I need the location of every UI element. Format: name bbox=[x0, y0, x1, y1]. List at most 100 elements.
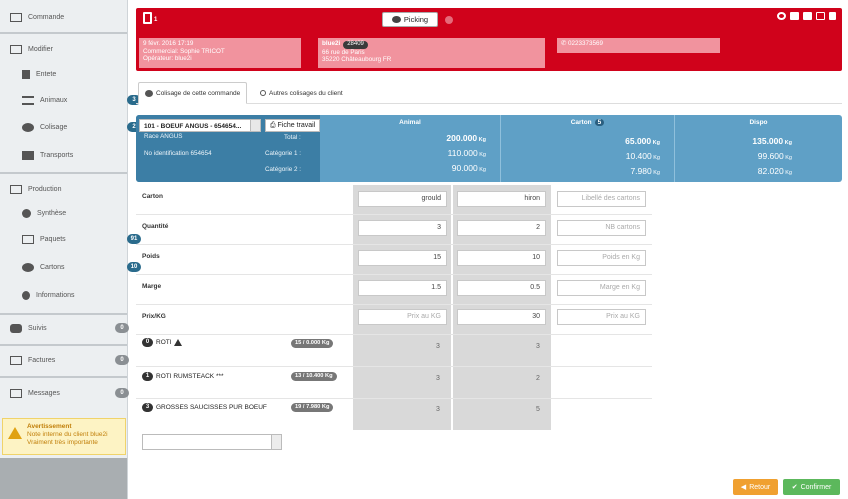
order-commercial: Commercial: Sophie TRICOT bbox=[143, 47, 225, 55]
factures-count-badge: 0 bbox=[115, 355, 129, 365]
header-actions bbox=[777, 12, 836, 20]
dispo-cat1: 99.600 bbox=[757, 151, 784, 161]
poids-input-new[interactable]: Poids en Kg bbox=[557, 250, 646, 266]
clock-icon bbox=[260, 90, 266, 96]
document-icon bbox=[10, 184, 22, 194]
order-date: 9 févr. 2016 17:19 bbox=[143, 40, 194, 47]
trash-icon[interactable] bbox=[829, 12, 836, 20]
product-ident: No identification 654654 bbox=[144, 150, 212, 157]
categorie-1-label: Catégorie 1 : bbox=[265, 150, 302, 157]
fiche-travail-button[interactable]: ⎙ Fiche travail bbox=[265, 119, 320, 132]
client-phone: 0223373569 bbox=[568, 40, 604, 47]
sidebar-item-commande[interactable]: Commande bbox=[10, 11, 137, 23]
sidebar-item-messages[interactable]: Messages 0 bbox=[10, 387, 137, 399]
add-product-select[interactable] bbox=[142, 434, 282, 450]
warning-icon bbox=[173, 339, 182, 346]
total-label: Total : bbox=[284, 134, 301, 141]
poids-input-1[interactable]: 15 bbox=[358, 250, 447, 266]
quantite-input-2[interactable]: 2 bbox=[457, 220, 546, 236]
sidebar-item-modifier[interactable]: Modifier bbox=[10, 43, 137, 55]
invoice-icon bbox=[10, 355, 22, 365]
client-info-box: blue2i 28409 66 rue de Paris 35220 Châtea… bbox=[318, 38, 545, 68]
sidebar-item-suivis[interactable]: Suivis 0 bbox=[10, 322, 137, 334]
carton-name-input-1[interactable]: grould bbox=[358, 191, 447, 207]
sidebar-item-factures[interactable]: Factures 0 bbox=[10, 354, 137, 366]
retour-button[interactable]: ◀ Retour bbox=[733, 479, 778, 495]
order-document-icon bbox=[143, 12, 152, 24]
order-operator: Opérateur: blue2i bbox=[143, 55, 192, 62]
envelope-icon bbox=[10, 388, 22, 398]
sidebar-item-animaux[interactable]: Animaux 3 bbox=[22, 94, 149, 106]
carton-cat1: 10.400 bbox=[625, 151, 652, 161]
animal-stats: Animal 200.000 Kg 110.000 Kg 90.000 Kg bbox=[320, 115, 500, 182]
carton-name-input-2[interactable]: hiron bbox=[457, 191, 546, 207]
product-panel: 101 - BOEUF ANGUS - 654654... ⎙ Fiche tr… bbox=[136, 115, 842, 182]
prix-input-1[interactable]: Prix au KG bbox=[358, 309, 447, 325]
product-count-badge: 19 / 7.980 Kg bbox=[291, 403, 334, 412]
sidebar-item-informations[interactable]: Informations bbox=[22, 289, 149, 301]
entete-icon bbox=[22, 69, 30, 79]
sidebar: Commande Modifier Entete Animaux 3 Colis… bbox=[0, 0, 141, 499]
sidebar-item-entete[interactable]: Entete bbox=[22, 68, 149, 80]
edit-icon[interactable] bbox=[816, 12, 825, 20]
quantite-input-1[interactable]: 3 bbox=[358, 220, 447, 236]
picking-button[interactable]: Picking bbox=[382, 12, 438, 27]
quantite-input-new[interactable]: NB cartons bbox=[557, 220, 646, 236]
categorie-2-label: Catégorie 2 : bbox=[265, 166, 302, 173]
product-item: 3 GROSSES SAUCISSES PUR BOEUF bbox=[142, 403, 267, 412]
warning-line: Note interne du client blue2i bbox=[27, 431, 108, 438]
sidebar-item-synthese[interactable]: Synthèse bbox=[22, 207, 149, 219]
poids-input-2[interactable]: 10 bbox=[457, 250, 546, 266]
product-qty-1: 3 bbox=[436, 375, 440, 382]
product-select[interactable]: 101 - BOEUF ANGUS - 654654... bbox=[139, 119, 261, 132]
client-name: blue2i bbox=[322, 40, 341, 47]
truck-icon bbox=[22, 150, 34, 160]
dispo-stats: Dispo 135.000 Kg 99.600 Kg 82.020 Kg bbox=[675, 115, 842, 182]
chevron-down-icon bbox=[271, 435, 281, 449]
marge-input-1[interactable]: 1.5 bbox=[358, 280, 447, 296]
info-icon[interactable] bbox=[445, 16, 453, 24]
edit-icon bbox=[10, 44, 22, 54]
client-street: 66 rue de Paris bbox=[322, 48, 365, 56]
animal-total: 200.000 bbox=[446, 133, 478, 143]
search-icon[interactable] bbox=[777, 12, 786, 20]
tab-autres-colisages[interactable]: Autres colisages du client bbox=[254, 82, 349, 104]
phone-icon: ✆ bbox=[561, 40, 569, 47]
carton-name-input-new[interactable]: Libellé des cartons bbox=[557, 191, 646, 207]
chevron-down-icon bbox=[250, 120, 260, 131]
warning-line: Vraiment très importante bbox=[27, 439, 98, 446]
product-qty-2: 3 bbox=[536, 343, 540, 350]
carton-stats: Carton 5 65.000 Kg 10.400 Kg 7.980 Kg bbox=[570, 119, 660, 176]
confirmer-button[interactable]: ✔ Confirmer bbox=[783, 479, 840, 495]
car-icon bbox=[10, 323, 22, 333]
warning-box: Avertissement Note interne du client blu… bbox=[2, 418, 126, 455]
sidebar-item-paquets[interactable]: Paquets 91 bbox=[22, 233, 149, 245]
tabs-bar: Colisage de cette commande Autres colisa… bbox=[136, 80, 842, 104]
warning-icon bbox=[8, 427, 22, 439]
sidebar-divider bbox=[0, 313, 127, 315]
sidebar-item-cartons[interactable]: Cartons 10 bbox=[22, 261, 149, 273]
tab-colisage-commande[interactable]: Colisage de cette commande bbox=[138, 82, 248, 104]
dispo-cat2: 82.020 bbox=[757, 166, 784, 176]
truck-icon[interactable] bbox=[790, 12, 799, 20]
sidebar-item-production[interactable]: Production bbox=[10, 183, 137, 195]
marge-input-2[interactable]: 0.5 bbox=[457, 280, 546, 296]
client-phone-box: ✆ 0223373569 bbox=[557, 38, 720, 53]
order-number: 1 bbox=[154, 17, 158, 23]
prix-input-2[interactable]: 30 bbox=[457, 309, 546, 325]
sidebar-item-colisage[interactable]: Colisage 2 bbox=[22, 121, 149, 133]
sidebar-divider bbox=[0, 344, 127, 346]
prix-input-new[interactable]: Prix au KG bbox=[557, 309, 646, 325]
sidebar-item-transports[interactable]: Transports bbox=[22, 149, 149, 161]
messages-count-badge: 0 bbox=[115, 388, 129, 398]
print-icon[interactable] bbox=[803, 12, 812, 20]
cubes-icon bbox=[22, 122, 34, 132]
marge-input-new[interactable]: Marge en Kg bbox=[557, 280, 646, 296]
warning-title: Avertissement bbox=[27, 423, 72, 430]
sidebar-divider bbox=[0, 172, 127, 174]
cubes-icon bbox=[145, 89, 153, 97]
animal-cat1: 110.000 bbox=[447, 148, 478, 158]
grid-row-product bbox=[136, 335, 652, 367]
back-icon: ◀ bbox=[740, 484, 747, 491]
sidebar-footer bbox=[0, 458, 127, 499]
